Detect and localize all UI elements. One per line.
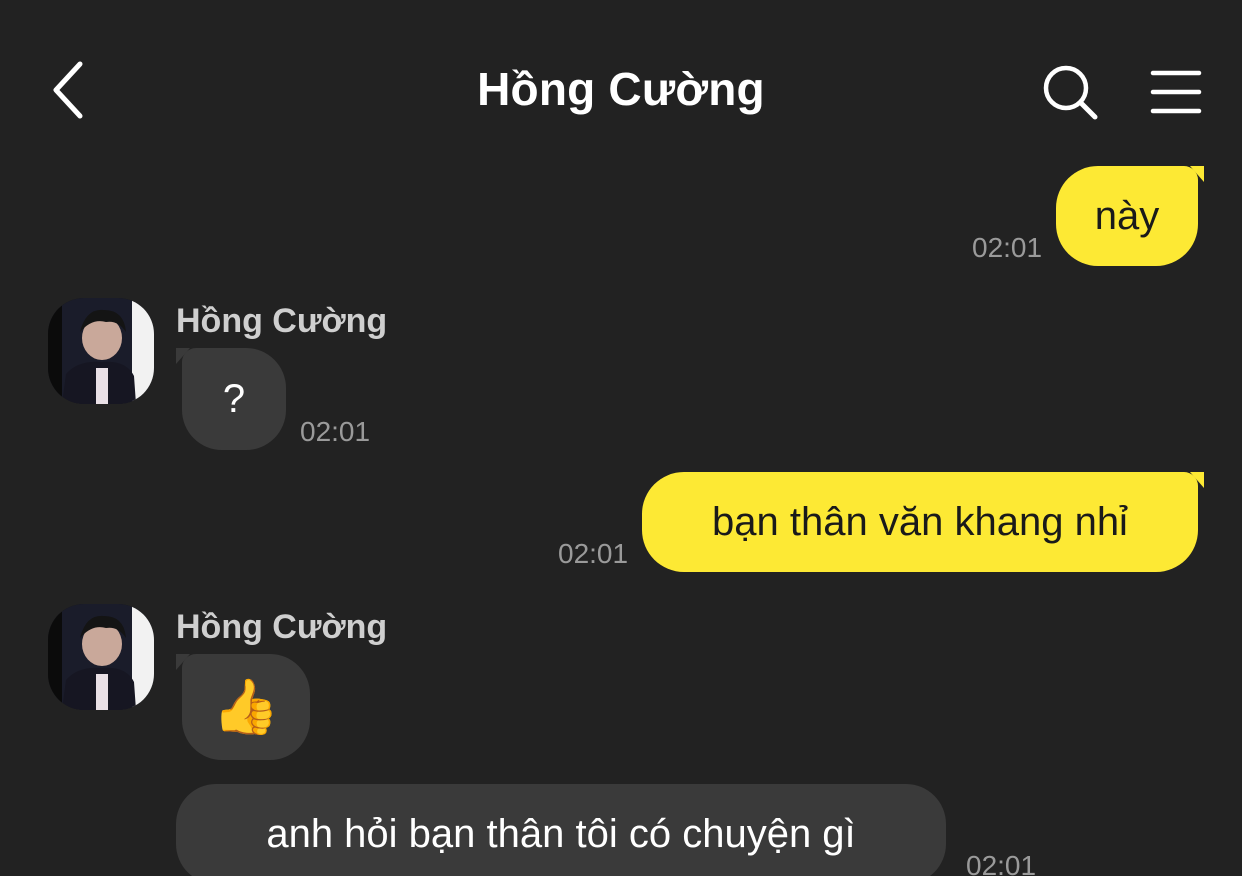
search-button[interactable] (1036, 60, 1104, 124)
sender-name: Hồng Cường (176, 302, 388, 340)
chat-header: Hồng Cường (0, 0, 1242, 170)
message-text: này (1094, 194, 1160, 238)
message-time: 02:01 (972, 232, 1043, 263)
message-text: anh hỏi bạn thân tôi có chuyện gì (266, 812, 856, 856)
message-text: bạn thân văn khang nhỉ (712, 500, 1128, 544)
avatar-image (48, 298, 154, 404)
thumbs-up-emoji: 👍 (212, 677, 280, 737)
outgoing-message-bubble[interactable]: bạn thân văn khang nhỉ (642, 472, 1204, 572)
avatar[interactable] (48, 298, 154, 404)
search-icon (1043, 65, 1098, 120)
sender-name: Hồng Cường (176, 608, 388, 646)
incoming-message-bubble[interactable]: anh hỏi bạn thân tôi có chuyện gì (176, 784, 946, 876)
hamburger-menu-icon (1150, 70, 1202, 114)
outgoing-message-bubble[interactable]: này (1056, 166, 1204, 266)
message-time: 02:01 (300, 416, 371, 447)
message-time: 02:01 (966, 850, 1037, 876)
incoming-message-bubble[interactable]: ? (176, 348, 286, 450)
avatar[interactable] (48, 604, 154, 710)
menu-button[interactable] (1144, 60, 1208, 124)
message-text: ? (222, 377, 246, 421)
message-time: 02:01 (558, 538, 629, 569)
incoming-message-bubble[interactable]: 👍 (176, 654, 310, 760)
chat-screen: Hồng Cường 02:01 này Hồng Cường ? 02:01 … (0, 0, 1242, 876)
avatar-image (48, 604, 154, 710)
